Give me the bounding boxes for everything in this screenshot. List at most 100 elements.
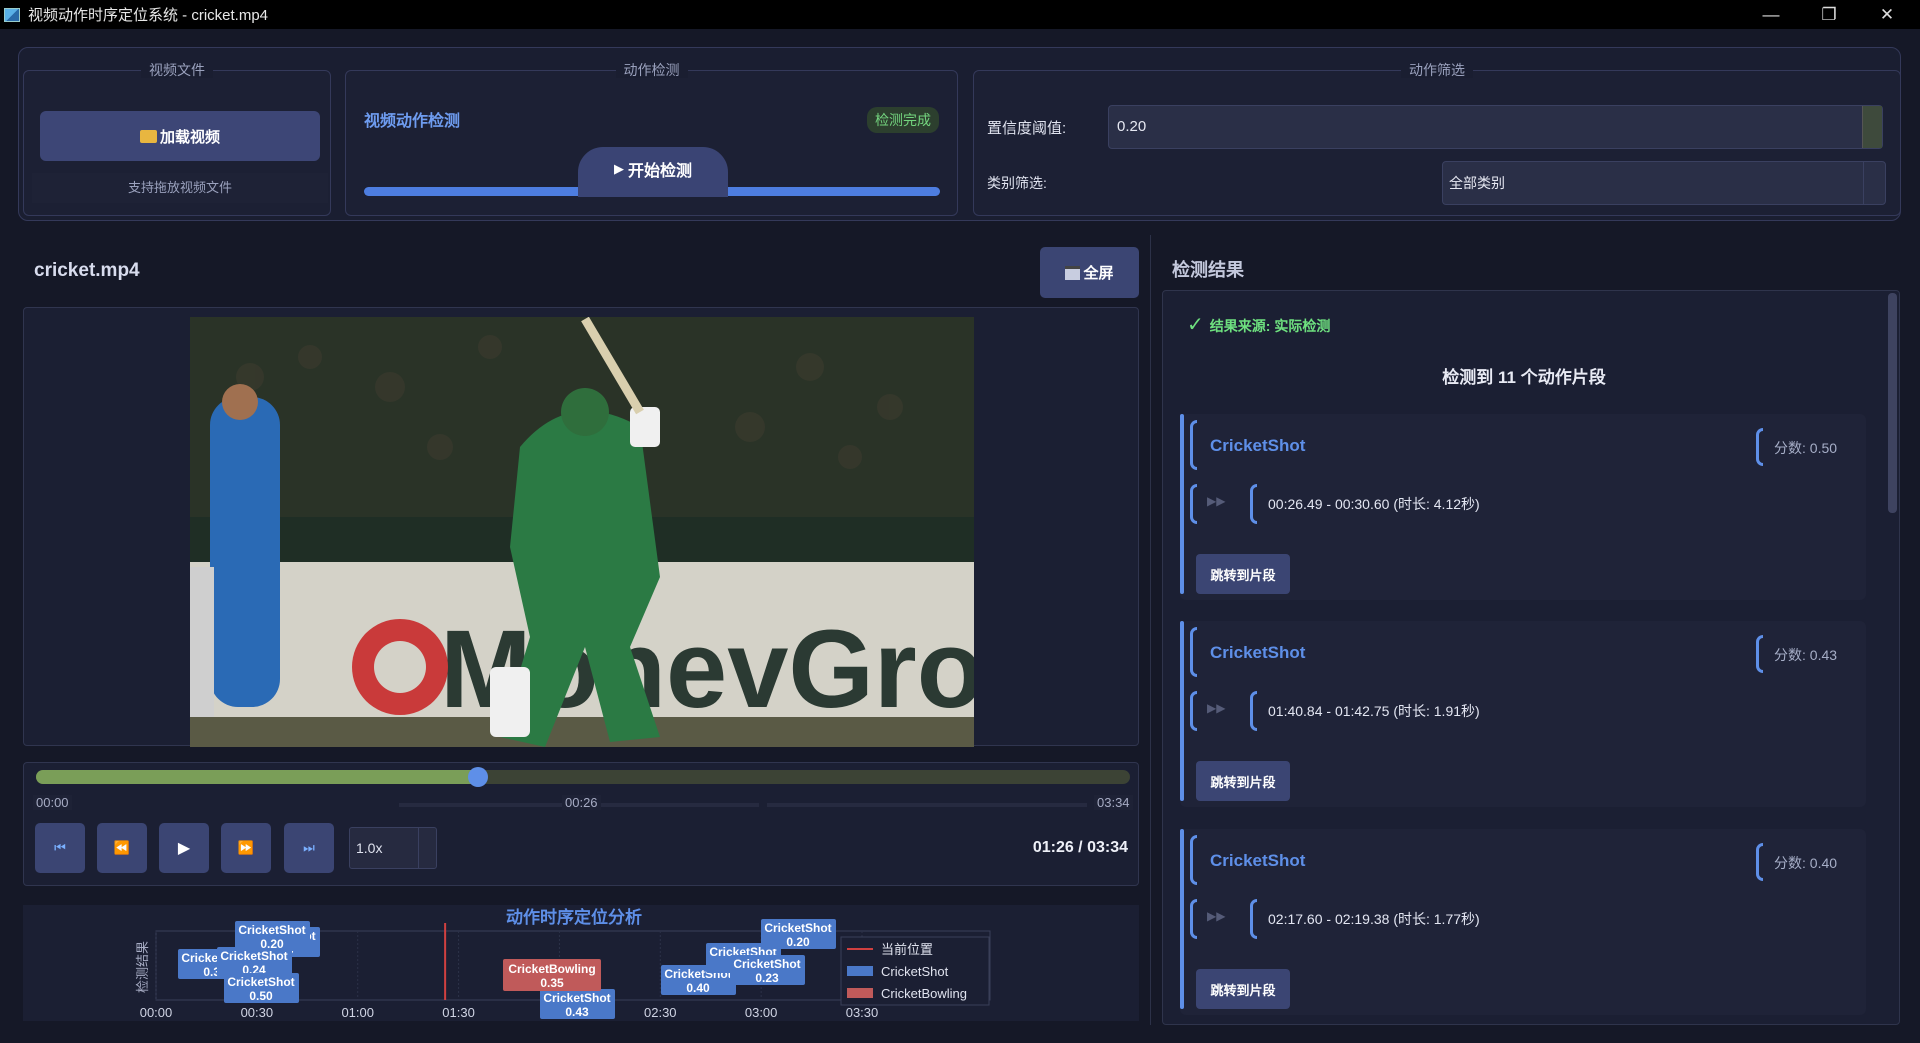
jump-to-segment-button[interactable]: 跳转到片段	[1196, 969, 1290, 1009]
current-time-display: 01:26 / 03:34	[1032, 839, 1128, 856]
detect-title: 视频动作检测	[364, 113, 461, 130]
result-name: CricketShot	[1210, 436, 1306, 455]
result-score: 分数: 0.40	[1774, 855, 1838, 871]
result-score: 分数: 0.50	[1774, 440, 1838, 456]
category-select[interactable]: 全部类别	[1442, 161, 1886, 205]
spin-buttons[interactable]	[1862, 106, 1882, 148]
load-video-label: 加载视频	[159, 128, 220, 146]
result-time-range: 01:40.84 - 01:42.75 (时长: 1.91秒)	[1268, 703, 1480, 719]
speed-select[interactable]: 1.0x	[349, 827, 437, 869]
seek-handle[interactable]	[467, 767, 488, 787]
result-name: CricketShot	[1210, 643, 1306, 662]
skip-start-icon: ⏮	[54, 840, 66, 855]
jump-to-segment-button[interactable]: 跳转到片段	[1196, 761, 1290, 801]
card-bracket	[1250, 691, 1257, 731]
result-card: CricketShot 分数: 0.50 ▶▶ 00:26.49 - 00:30…	[1180, 414, 1866, 600]
close-button[interactable]: ✕	[1858, 0, 1916, 29]
result-time-range: 00:26.49 - 00:30.60 (时长: 4.12秒)	[1268, 496, 1480, 512]
results-title: 检测结果	[1172, 260, 1244, 280]
dropdown-arrow-icon	[1863, 162, 1885, 204]
play-icon: ▶▶	[1207, 701, 1226, 715]
segment-score: 0.23	[755, 971, 779, 985]
video-name: cricket.mp4	[34, 260, 140, 281]
rewind-icon: ⏪	[113, 840, 131, 855]
action-filter-group: 动作筛选 置信度阈值: 0.20 类别筛选: 全部类别	[973, 62, 1901, 216]
splitter[interactable]	[1150, 235, 1151, 1025]
segment-score: 0.50	[249, 989, 273, 1003]
skip-start-button[interactable]: ⏮	[35, 823, 85, 873]
result-source: ✓ 结果来源: 实际检测	[1187, 312, 1330, 337]
x-tick-label: 02:30	[644, 1005, 677, 1020]
playback-controls: 00:00 00:26 03:34 ⏮ ⏪ ▶ ⏩ ⏭ 1.0x 01:26 /…	[23, 762, 1139, 886]
card-bracket	[1190, 484, 1197, 524]
play-button[interactable]: ▶	[159, 823, 209, 873]
confidence-spinbox[interactable]: 0.20	[1108, 105, 1883, 149]
segment-label: CricketShot	[543, 991, 610, 1005]
title-bar: 视频动作时序定位系统 - cricket.mp4 — ❐ ✕	[0, 0, 1920, 29]
tick-strip	[767, 803, 1087, 807]
minimize-button[interactable]: —	[1742, 0, 1800, 29]
action-detect-group-title: 动作检测	[615, 62, 688, 78]
fullscreen-label: 全屏	[1083, 265, 1114, 282]
video-file-group-title: 视频文件	[141, 62, 213, 78]
result-card: CricketShot 分数: 0.40 ▶▶ 02:17.60 - 02:19…	[1180, 829, 1866, 1015]
x-tick-label: 03:00	[745, 1005, 778, 1020]
video-file-group: 视频文件 加载视频 支持拖放视频文件	[23, 62, 331, 216]
timeline-chart[interactable]: 动作时序定位分析检测结果00:0000:3001:0001:3002:0002:…	[23, 905, 1139, 1021]
x-tick-label: 00:00	[140, 1005, 173, 1020]
jump-to-segment-button[interactable]: 跳转到片段	[1196, 554, 1290, 594]
card-bracket	[1190, 835, 1197, 885]
fullscreen-button[interactable]: 全屏	[1040, 247, 1139, 298]
results-scrollbar[interactable]	[1888, 293, 1897, 513]
skip-end-icon: ⏭	[303, 840, 315, 855]
legend-swatch	[847, 988, 873, 998]
play-icon: ▶▶	[1207, 494, 1226, 508]
video-frame: MonevGro	[23, 307, 1139, 747]
card-bracket	[1250, 899, 1257, 939]
segment-score: 0.35	[540, 976, 564, 990]
card-bracket	[1756, 635, 1763, 673]
forward-button[interactable]: ⏩	[221, 823, 271, 873]
x-tick-label: 03:30	[846, 1005, 879, 1020]
seek-progress	[36, 770, 478, 784]
legend-label: CricketShot	[881, 964, 949, 979]
video-image[interactable]: MonevGro	[190, 317, 974, 747]
start-detect-label: 开始检测	[627, 163, 692, 180]
results-panel: ✓ 结果来源: 实际检测 检测到 11 个动作片段 CricketShot 分数:…	[1162, 290, 1900, 1025]
skip-end-button[interactable]: ⏭	[284, 823, 334, 873]
load-video-button[interactable]: 加载视频	[40, 111, 320, 161]
timeline-title: 动作时序定位分析	[506, 907, 642, 927]
segment-label: CricketShot	[764, 921, 831, 935]
card-bracket	[1756, 843, 1763, 881]
app-icon	[4, 7, 20, 22]
folder-icon	[139, 129, 157, 143]
action-detect-group: 动作检测 视频动作检测 检测完成 ▶ 开始检测	[345, 62, 958, 216]
checkmark-icon: ✓	[1187, 314, 1204, 336]
segment-score: 0.43	[565, 1005, 589, 1019]
start-detect-button[interactable]: ▶ 开始检测	[578, 147, 728, 197]
confidence-value: 0.20	[1117, 118, 1147, 135]
segment-label: CricketShot	[238, 923, 305, 937]
play-icon: ▶	[177, 840, 191, 857]
result-score: 分数: 0.43	[1774, 647, 1838, 663]
timeline-ylabel: 检测结果	[135, 941, 150, 993]
segment-score: 0.20	[786, 935, 810, 949]
card-accent	[1180, 829, 1184, 1009]
legend-swatch	[847, 966, 873, 976]
confidence-label: 置信度阈值:	[987, 120, 1067, 137]
play-icon: ▶▶	[1207, 909, 1226, 923]
time-mid-label: 00:26	[562, 795, 601, 810]
seek-slider[interactable]	[36, 767, 1130, 787]
segment-label: CricketBowling	[508, 962, 595, 976]
timeline-chart-panel: 动作时序定位分析检测结果00:0000:3001:0001:3002:0002:…	[23, 905, 1139, 1021]
x-tick-label: 01:00	[341, 1005, 374, 1020]
action-filter-group-title: 动作筛选	[1401, 62, 1473, 78]
rewind-button[interactable]: ⏪	[97, 823, 147, 873]
maximize-button[interactable]: ❐	[1800, 0, 1858, 29]
fullscreen-icon	[1065, 265, 1081, 280]
play-icon: ▶	[613, 161, 624, 176]
card-bracket	[1190, 691, 1197, 731]
result-card: CricketShot 分数: 0.43 ▶▶ 01:40.84 - 01:42…	[1180, 621, 1866, 807]
detect-status-badge: 检测完成	[867, 107, 939, 133]
segment-label: CricketShot	[220, 949, 287, 963]
